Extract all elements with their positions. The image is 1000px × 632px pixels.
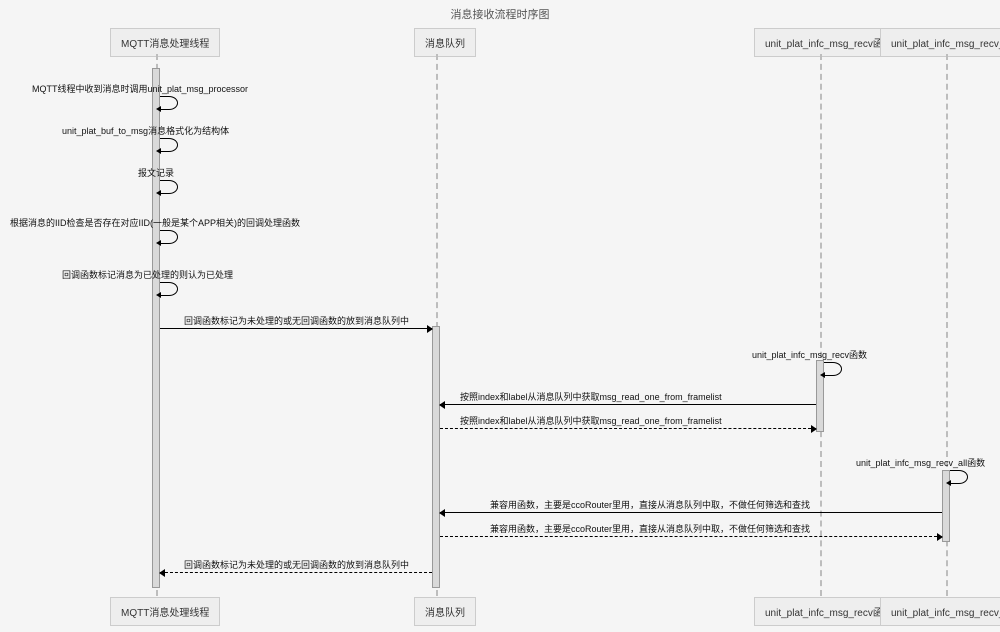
msg-1: MQTT线程中收到消息时调用unit_plat_msg_processor <box>32 82 248 95</box>
participant-mqtt-thread-top: MQTT消息处理线程 <box>110 28 220 57</box>
msg-9: 按照index和label从消息队列中获取msg_read_one_from_f… <box>460 414 722 427</box>
arrow-12 <box>440 536 942 537</box>
arrow-6 <box>160 328 432 329</box>
arrow-9 <box>440 428 816 429</box>
participant-msg-queue-top: 消息队列 <box>414 28 476 57</box>
selfloop-1 <box>160 96 178 110</box>
msg-4: 根据消息的IID检查是否存在对应IID(一般是某个APP相关)的回调处理函数 <box>10 216 300 229</box>
msg-10: unit_plat_infc_msg_recv_all函数 <box>856 456 985 469</box>
arrow-8 <box>440 404 816 405</box>
activation-1 <box>152 68 160 588</box>
diagram-title: 消息接收流程时序图 <box>0 6 1000 22</box>
lifeline-3 <box>820 54 822 596</box>
participant-mqtt-thread-bottom: MQTT消息处理线程 <box>110 597 220 626</box>
msg-13: 回调函数标记为未处理的或无回调函数的放到消息队列中 <box>184 558 409 571</box>
msg-5: 回调函数标记消息为已处理的则认为已处理 <box>62 268 233 281</box>
msg-8: 按照index和label从消息队列中获取msg_read_one_from_f… <box>460 390 722 403</box>
selfloop-10 <box>950 470 968 484</box>
msg-11: 兼容用函数，主要是ccoRouter里用，直接从消息队列中取，不做任何筛选和查找 <box>490 498 810 511</box>
msg-2: unit_plat_buf_to_msg消息格式化为结构体 <box>62 124 229 137</box>
msg-7: unit_plat_infc_msg_recv函数 <box>752 348 867 361</box>
selfloop-7 <box>824 362 842 376</box>
participant-recv-all-func-bottom: unit_plat_infc_msg_recv_all函数 <box>880 597 1000 626</box>
arrow-11 <box>440 512 942 513</box>
selfloop-2 <box>160 138 178 152</box>
participant-recv-all-func-top: unit_plat_infc_msg_recv_all函数 <box>880 28 1000 57</box>
selfloop-5 <box>160 282 178 296</box>
selfloop-3 <box>160 180 178 194</box>
msg-12: 兼容用函数，主要是ccoRouter里用，直接从消息队列中取，不做任何筛选和查找 <box>490 522 810 535</box>
activation-3 <box>816 360 824 432</box>
arrow-13 <box>160 572 432 573</box>
selfloop-4 <box>160 230 178 244</box>
activation-2 <box>432 326 440 588</box>
msg-3: 报文记录 <box>138 166 174 179</box>
msg-6: 回调函数标记为未处理的或无回调函数的放到消息队列中 <box>184 314 409 327</box>
participant-msg-queue-bottom: 消息队列 <box>414 597 476 626</box>
